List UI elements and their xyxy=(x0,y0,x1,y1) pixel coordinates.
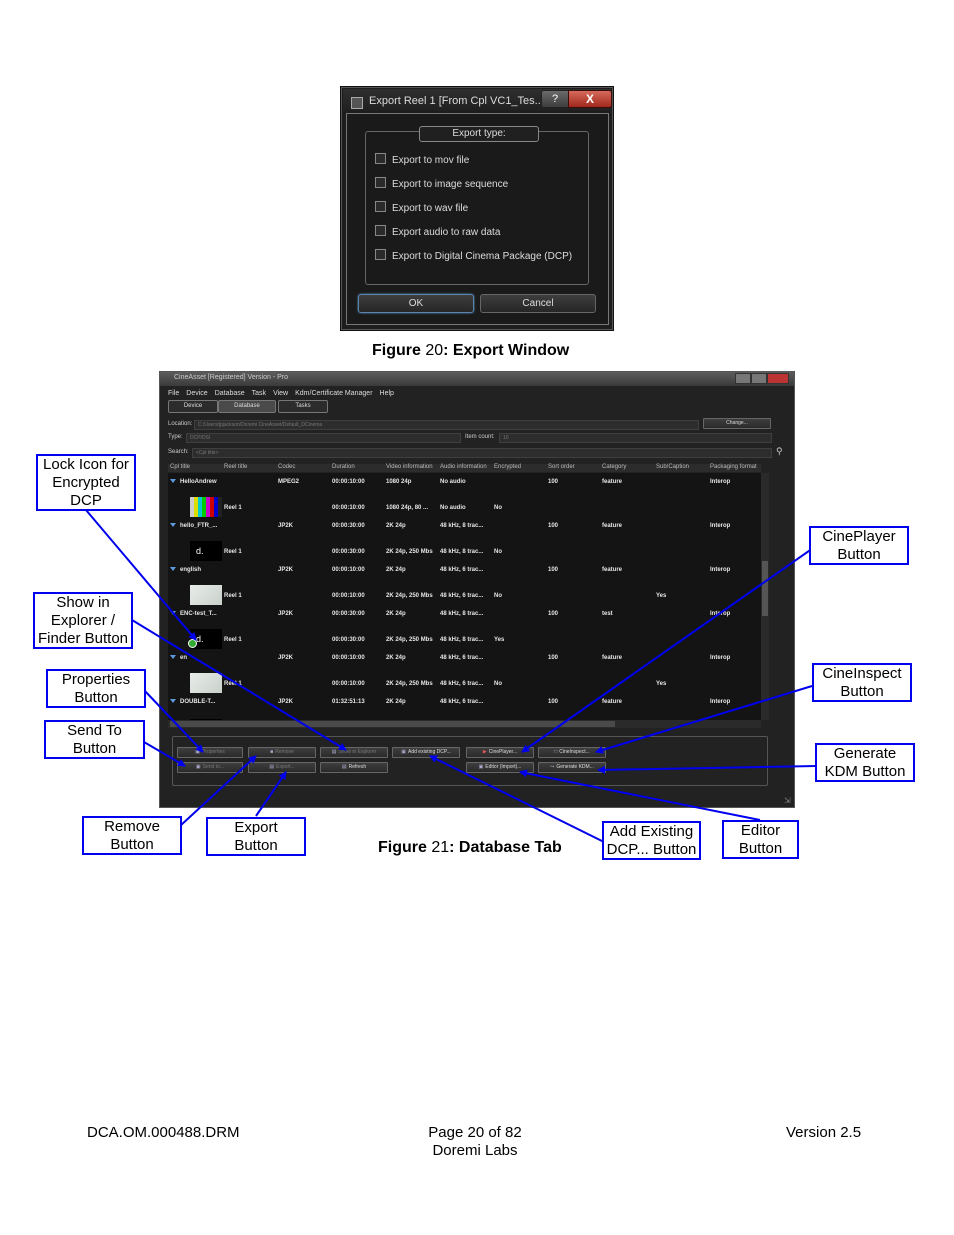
callout-editor-text: Editor Button xyxy=(738,822,783,857)
arrow-cineinspect xyxy=(595,685,813,754)
figure-21-caption: Figure 21: Database Tab xyxy=(378,839,562,856)
arrow-show-in-explorer xyxy=(131,619,347,751)
callout-send-to-text: Send To Button xyxy=(67,722,122,757)
callout-generate-kdm: Generate KDM Button xyxy=(815,743,915,782)
callout-remove-text: Remove Button xyxy=(104,818,160,853)
callout-editor: Editor Button xyxy=(722,820,799,859)
callout-show-in-explorer: Show in Explorer / Finder Button xyxy=(33,592,133,649)
arrow-properties xyxy=(143,689,204,753)
callout-send-to: Send To Button xyxy=(44,720,145,759)
callout-add-existing-text: Add Existing DCP... Button xyxy=(606,823,697,858)
arrow-send-to xyxy=(143,741,186,767)
callout-lock-icon-text: Lock Icon for Encrypted DCP xyxy=(43,456,129,509)
callout-arrows xyxy=(85,509,817,843)
footer-page: Page 20 of 82 xyxy=(428,1124,522,1141)
footer-doc-id: DCA.OM.000488.DRM xyxy=(87,1124,240,1141)
callout-remove: Remove Button xyxy=(82,816,182,855)
callout-properties: Properties Button xyxy=(46,669,146,708)
callout-cineplayer-text: CinePlayer Button xyxy=(822,528,896,563)
footer-company: Doremi Labs xyxy=(432,1142,518,1159)
callout-lock-icon: Lock Icon for Encrypted DCP xyxy=(36,454,136,511)
callout-generate-kdm-text: Generate KDM Button xyxy=(824,745,906,780)
callout-cineinspect: CineInspect Button xyxy=(812,663,912,702)
callout-cineplayer: CinePlayer Button xyxy=(809,526,909,565)
arrow-remove xyxy=(179,755,257,827)
callout-add-existing: Add Existing DCP... Button xyxy=(602,821,701,860)
arrow-export xyxy=(255,771,287,817)
arrow-editor xyxy=(519,769,761,821)
callout-show-in-explorer-text: Show in Explorer / Finder Button xyxy=(37,594,129,647)
callout-export-text: Export Button xyxy=(234,819,278,854)
footer-version: Version 2.5 xyxy=(786,1124,862,1141)
callout-properties-text: Properties Button xyxy=(61,671,131,706)
arrow-cineplayer xyxy=(521,545,817,753)
callout-cineinspect-text: CineInspect Button xyxy=(822,665,902,700)
arrow-add-existing xyxy=(429,755,605,843)
callout-export: Export Button xyxy=(206,817,306,856)
arrow-generate-kdm xyxy=(597,765,817,774)
